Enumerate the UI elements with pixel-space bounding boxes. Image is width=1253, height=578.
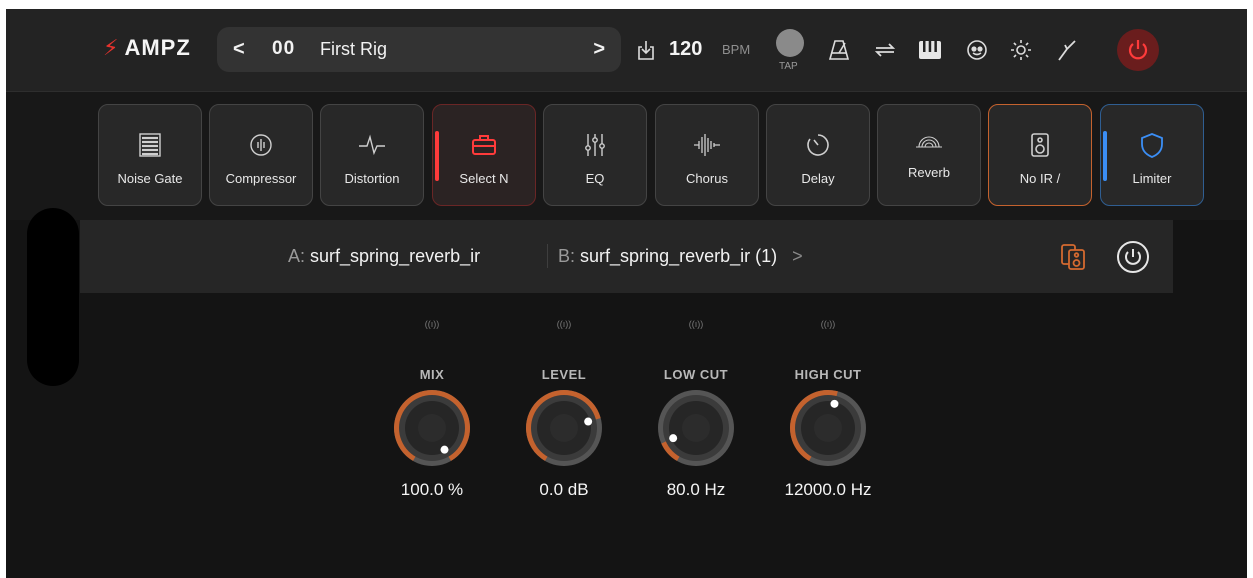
piano-icon[interactable] [917, 37, 943, 63]
tap-label: TAP [779, 61, 798, 72]
divider [547, 244, 548, 268]
app-window: ⚡ AMPZ < 00 First Rig > 120 BPM TAP Nois… [6, 9, 1247, 578]
mask-icon[interactable] [964, 37, 990, 63]
rig-number: 00 [272, 38, 296, 59]
tap-tempo-button[interactable] [776, 29, 804, 57]
ir-swap-icon[interactable] [1060, 243, 1086, 271]
ir-a-name: surf_spring_reverb_ir [310, 246, 481, 266]
knob-center [682, 414, 710, 442]
midi-icon[interactable]: ((ı)) [377, 319, 487, 329]
shield-icon [1101, 131, 1203, 159]
knob-level[interactable]: ((ı)) LEVEL 0.0 dB [509, 319, 619, 509]
midi-icon[interactable]: ((ı)) [641, 319, 751, 329]
knob-label: LEVEL [541, 367, 587, 382]
effects-chain: Noise Gate Compressor Distortion Select … [6, 92, 1247, 220]
delay-icon [767, 131, 869, 159]
knob-label: HIGH CUT [794, 367, 862, 382]
ir-b-selector[interactable]: B: surf_spring_reverb_ir (1) > [558, 246, 803, 267]
effect-eq[interactable]: EQ [543, 104, 647, 206]
bpm-label: BPM [722, 42, 751, 57]
effect-delay[interactable]: Delay [766, 104, 870, 206]
logo-text: AMPZ [124, 35, 191, 60]
knob-dial[interactable] [654, 386, 738, 470]
effect-chorus[interactable]: Chorus [655, 104, 759, 206]
previous-rig-button[interactable]: < [233, 38, 245, 61]
bolt-icon: ⚡ [103, 35, 119, 60]
effect-distortion[interactable]: Distortion [320, 104, 424, 206]
ir-b-key: B: [558, 246, 576, 266]
app-logo: ⚡ AMPZ [103, 35, 191, 61]
chevron-right-icon: > [792, 246, 803, 266]
knob-value: 80.0 Hz [666, 480, 726, 499]
knob-low-cut[interactable]: ((ı)) LOW CUT 80.0 Hz [641, 319, 751, 509]
effect-reverb[interactable]: Reverb [877, 104, 981, 206]
loop-icon[interactable] [872, 37, 898, 63]
rig-selector[interactable]: < 00 First Rig > [217, 27, 621, 72]
effect-label: Noise Gate [117, 171, 183, 186]
effect-label: Chorus [686, 171, 728, 186]
effect-label: Select N [459, 171, 509, 186]
ir-a-selector[interactable]: A: surf_spring_reverb_ir [288, 246, 480, 267]
effect-compressor[interactable]: Compressor [209, 104, 313, 206]
effect-label: No IR / [1019, 171, 1061, 186]
knob-pointer [584, 417, 593, 426]
ir-bar: A: surf_spring_reverb_ir B: surf_spring_… [80, 220, 1173, 293]
knob-pointer [440, 445, 449, 454]
save-icon[interactable] [636, 39, 656, 61]
effect-label: Delay [801, 171, 835, 186]
ir-power-icon[interactable] [1116, 240, 1150, 274]
knob-label: MIX [419, 367, 445, 382]
eq-sliders-icon [544, 131, 646, 159]
bpm-value[interactable]: 120 [669, 38, 702, 61]
tuner-icon[interactable] [1054, 37, 1080, 63]
effect-label: EQ [585, 171, 605, 186]
knob-dial[interactable] [522, 386, 606, 470]
knob-label: LOW CUT [663, 367, 729, 382]
rig-name: First Rig [320, 39, 387, 59]
knob-center [418, 414, 446, 442]
top-bar: ⚡ AMPZ < 00 First Rig > 120 BPM TAP [6, 9, 1247, 92]
effect-noise-gate[interactable]: Noise Gate [98, 104, 202, 206]
midi-icon[interactable]: ((ı)) [773, 319, 883, 329]
knob-dial[interactable] [390, 386, 474, 470]
noise-gate-icon [99, 131, 201, 159]
knob-mix[interactable]: ((ı)) MIX 100.0 % [377, 319, 487, 509]
knob-value: 12000.0 Hz [784, 480, 872, 499]
knob-pointer [669, 434, 678, 443]
effect-label: Limiter [1132, 171, 1172, 186]
compressor-icon [210, 131, 312, 159]
midi-icon[interactable]: ((ı)) [509, 319, 619, 329]
power-button[interactable] [1117, 29, 1159, 71]
knob-center [550, 414, 578, 442]
effect-label: Reverb [908, 165, 950, 180]
effect-limiter[interactable]: Limiter [1100, 104, 1204, 206]
speaker-icon [989, 131, 1091, 159]
metronome-icon[interactable] [826, 37, 852, 63]
toolbox-icon [433, 131, 535, 159]
waveform-icon [656, 131, 758, 159]
knob-pointer [830, 399, 839, 408]
effect-select-n[interactable]: Select N [432, 104, 536, 206]
knob-value: 100.0 % [400, 480, 464, 499]
reverb-icon [878, 131, 980, 159]
effect-label: Compressor [225, 171, 297, 186]
knob-dial[interactable] [786, 386, 870, 470]
knob-value: 0.0 dB [539, 480, 589, 499]
next-rig-button[interactable]: > [593, 38, 605, 61]
ir-a-key: A: [288, 246, 306, 266]
effect-ir[interactable]: No IR / [988, 104, 1092, 206]
knob-center [814, 414, 842, 442]
distortion-icon [321, 131, 423, 159]
ir-b-name: surf_spring_reverb_ir (1) [580, 246, 778, 266]
knob-high-cut[interactable]: ((ı)) HIGH CUT 12000.0 Hz [773, 319, 883, 509]
settings-icon[interactable] [1008, 37, 1034, 63]
side-drag-handle[interactable] [27, 208, 79, 386]
effect-label: Distortion [344, 171, 400, 186]
